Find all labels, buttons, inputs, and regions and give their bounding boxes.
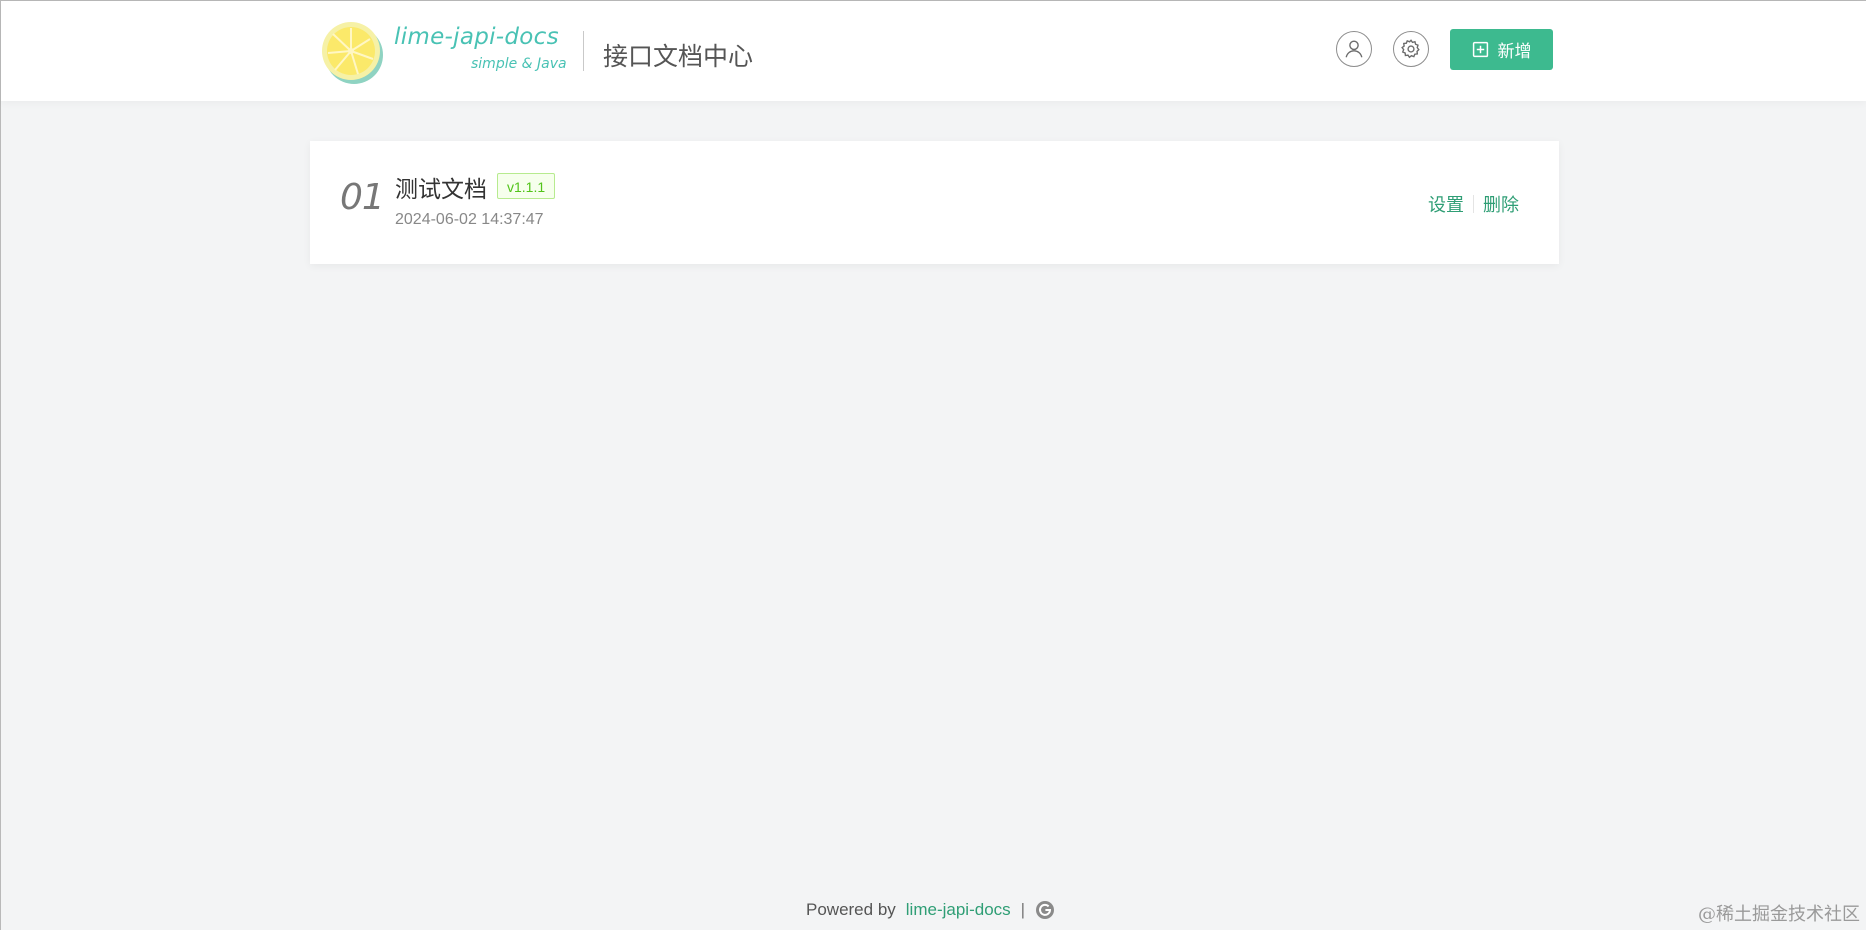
add-button-label: 新增 [1497, 42, 1532, 61]
footer-brand-link[interactable]: lime-japi-docs [906, 900, 1011, 920]
footer: Powered by lime-japi-docs | [806, 900, 1055, 920]
footer-separator: | [1020, 900, 1026, 919]
lemon-logo-icon [322, 22, 383, 84]
add-button[interactable]: 新增 [1450, 29, 1553, 70]
delete-link[interactable]: 删除 [1483, 191, 1519, 217]
app-window: lime-japi-docs simple & Java 接口文档中心 新增 0… [0, 0, 1866, 930]
github-g-icon[interactable] [1035, 900, 1055, 920]
brand-name: lime-japi-docs [394, 24, 559, 50]
brand-divider [583, 31, 584, 71]
user-button[interactable] [1336, 31, 1372, 67]
settings-button[interactable] [1393, 31, 1429, 67]
settings-link[interactable]: 设置 [1428, 191, 1464, 217]
plus-square-icon [1472, 41, 1488, 58]
top-header: lime-japi-docs simple & Java 接口文档中心 新增 [1, 1, 1866, 101]
doc-title[interactable]: 测试文档 [395, 170, 487, 204]
gear-icon [1401, 39, 1420, 59]
page-title: 接口文档中心 [603, 43, 754, 71]
doc-actions: 设置 删除 [1428, 191, 1519, 217]
brand-tagline: simple & Java [471, 56, 567, 72]
watermark: @稀土掘金技术社区 [1698, 904, 1860, 925]
powered-by-text: Powered by [806, 900, 896, 919]
doc-timestamp: 2024-06-02 14:37:47 [395, 211, 544, 228]
doc-card[interactable]: 01 测试文档 v1.1.1 2024-06-02 14:37:47 设置 删除 [310, 141, 1559, 264]
version-badge: v1.1.1 [497, 173, 556, 199]
user-icon [1345, 40, 1363, 58]
brand-logo-area[interactable]: lime-japi-docs simple & Java 接口文档中心 [318, 17, 778, 87]
action-divider [1473, 195, 1474, 213]
doc-index: 01 [340, 177, 385, 218]
